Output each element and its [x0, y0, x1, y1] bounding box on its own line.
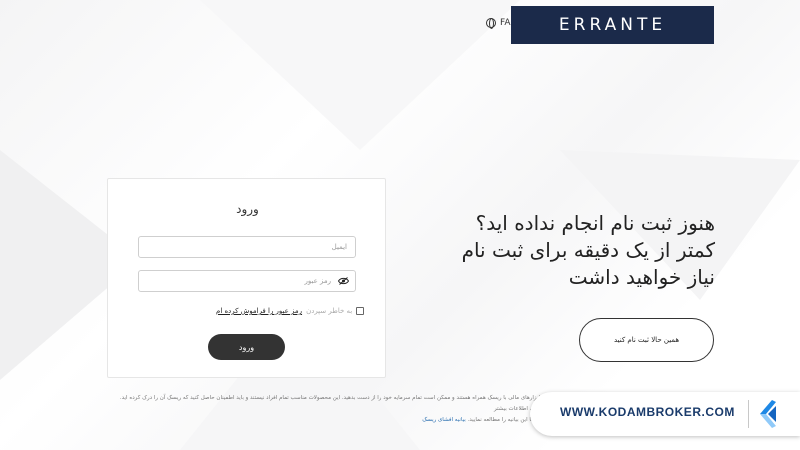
risk-disclaimer: ابزارهای مالی با ریسک همراه هستند و ممکن…	[108, 393, 540, 426]
logo-text: ERRANTE	[558, 15, 667, 35]
risk-disclosure-link[interactable]: بیانیه افشای ریسک	[422, 417, 466, 423]
headline-line-1: هنوز ثبت نام انجام نداده اید؟	[475, 211, 715, 235]
forgot-password-link[interactable]: رمز عبور را فراموش کرده ام	[216, 307, 302, 315]
remember-row: به خاطر سپردن رمز عبور را فراموش کرده ام	[216, 307, 365, 315]
password-placeholder: رمز عبور	[304, 277, 331, 285]
globe-icon	[486, 18, 496, 29]
register-headline: هنوز ثبت نام انجام نداده اید؟ کمتر از یک…	[425, 210, 715, 291]
watermark-divider	[748, 400, 749, 428]
login-card: ورود ایمیل رمز عبور به خاطر سپردن رمز عب…	[107, 178, 386, 378]
disclaimer-line-1: ابزارهای مالی با ریسک همراه هستند و ممکن…	[119, 395, 540, 412]
errante-logo[interactable]: ERRANTE	[511, 6, 714, 44]
disclaimer-line-2: لطفا این بیانیه را مطالعه نمایید. بیانیه…	[108, 415, 540, 426]
disclaimer-text: لطفا این بیانیه را مطالعه نمایید.	[467, 417, 540, 423]
eye-slash-icon[interactable]	[338, 277, 349, 285]
headline-line-3: نیاز خواهید داشت	[568, 265, 715, 289]
register-button[interactable]: همین حالا ثبت نام کنید	[579, 318, 714, 362]
headline-line-2: کمتر از یک دقیقه برای ثبت نام	[461, 238, 715, 262]
login-title: ورود	[236, 202, 259, 216]
email-placeholder: ایمیل	[331, 243, 347, 251]
language-selector[interactable]: FA	[486, 18, 511, 29]
login-button[interactable]: ورود	[208, 334, 285, 360]
kodam-logo-icon	[760, 400, 776, 428]
email-input[interactable]: ایمیل	[138, 236, 356, 258]
watermark-text: WWW.KODAMBROKER.COM	[560, 405, 735, 419]
remember-label: به خاطر سپردن	[306, 307, 353, 315]
kodambroker-watermark: WWW.KODAMBROKER.COM	[530, 392, 800, 436]
remember-checkbox[interactable]	[356, 307, 365, 315]
password-input[interactable]: رمز عبور	[138, 270, 356, 292]
language-label: FA	[500, 18, 511, 28]
